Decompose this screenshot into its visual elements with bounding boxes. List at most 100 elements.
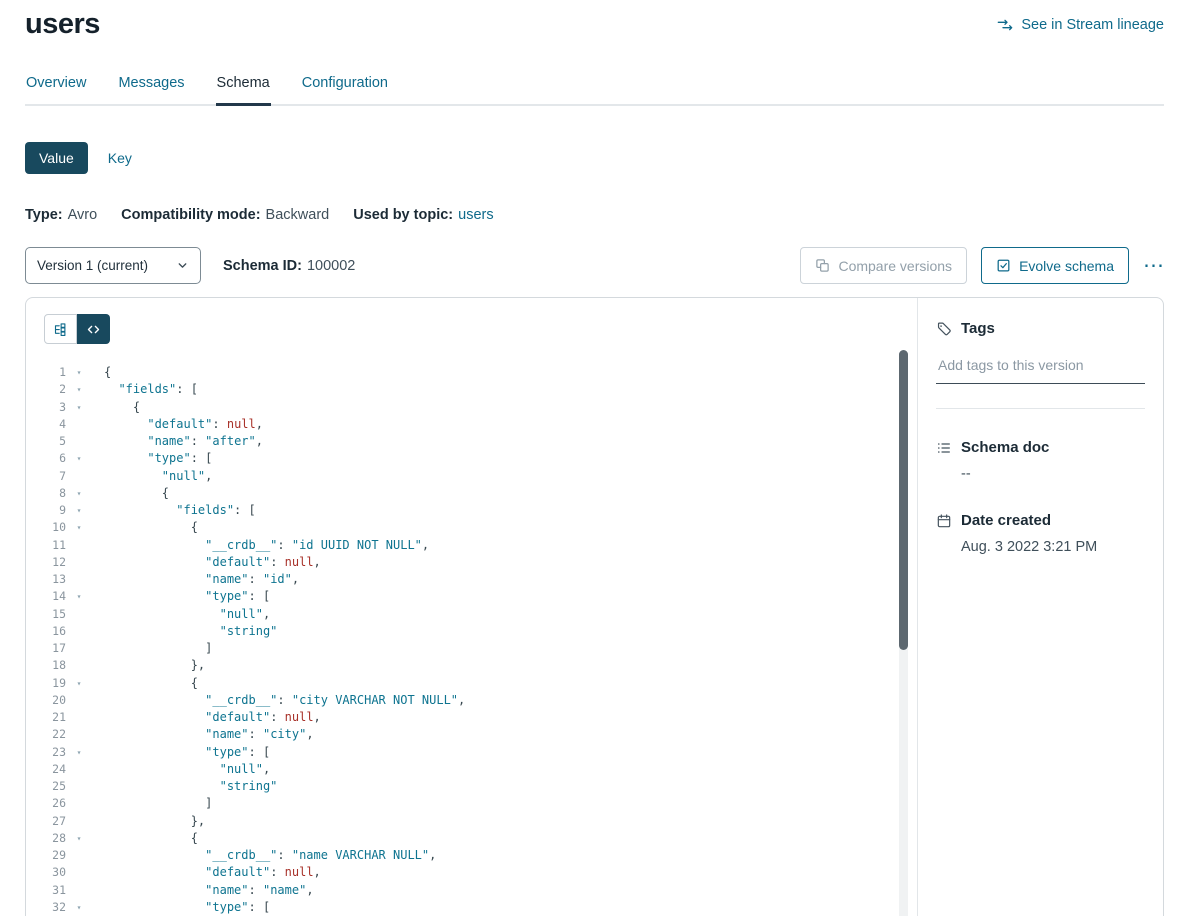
- fold-toggle-icon[interactable]: ▾: [66, 830, 92, 847]
- code-text: },: [92, 813, 205, 830]
- line-number: 1: [26, 364, 66, 381]
- line-number: 31: [26, 882, 66, 899]
- code-text: "default": null,: [92, 554, 321, 571]
- fold-toggle-icon[interactable]: ▾: [66, 519, 92, 536]
- type-label: Type:: [25, 207, 63, 223]
- code-line: 26 ]: [26, 795, 917, 812]
- line-number: 21: [26, 709, 66, 726]
- schema-doc-section: Schema doc --: [936, 439, 1145, 482]
- code-line: 19▾ {: [26, 675, 917, 692]
- code-view-button[interactable]: [77, 314, 110, 344]
- fold-toggle-icon[interactable]: ▾: [66, 399, 92, 416]
- evolve-schema-label: Evolve schema: [1019, 258, 1114, 274]
- date-created-header: Date created: [936, 512, 1145, 529]
- code-line: 28▾ {: [26, 830, 917, 847]
- line-number: 14: [26, 588, 66, 605]
- schema-id-label: Schema ID:: [223, 258, 302, 274]
- tab-configuration[interactable]: Configuration: [301, 75, 389, 106]
- code-text: "null",: [92, 761, 270, 778]
- code-line: 9▾ "fields": [: [26, 502, 917, 519]
- version-select[interactable]: Version 1 (current): [25, 247, 201, 284]
- code-text: "null",: [92, 606, 270, 623]
- code-line: 30 "default": null,: [26, 864, 917, 881]
- code-line: 29 "__crdb__": "name VARCHAR NULL",: [26, 847, 917, 864]
- schema-key-value-toggle: Value Key: [25, 142, 1164, 174]
- evolve-schema-icon: [996, 258, 1011, 273]
- editor-scrollbar[interactable]: [899, 350, 908, 916]
- fold-toggle-icon[interactable]: ▾: [66, 450, 92, 467]
- compat-label: Compatibility mode:: [121, 207, 260, 223]
- code-line: 25 "string": [26, 778, 917, 795]
- tags-section-header: Tags: [936, 320, 1145, 337]
- topic-link[interactable]: users: [458, 207, 493, 223]
- stream-lineage-icon: [997, 17, 1013, 33]
- more-options-button[interactable]: ⋯: [1143, 255, 1164, 276]
- code-line: 27 },: [26, 813, 917, 830]
- fold-spacer: [66, 726, 92, 743]
- schema-type: Type:Avro: [25, 207, 97, 223]
- code-text: "type": [: [92, 899, 270, 916]
- code-text: "default": null,: [92, 864, 321, 881]
- schema-id-value: 100002: [307, 258, 355, 274]
- schema-meta-row: Type:Avro Compatibility mode: Backward Us…: [25, 207, 1164, 223]
- fold-spacer: [66, 606, 92, 623]
- compare-versions-label: Compare versions: [838, 258, 952, 274]
- compare-versions-button[interactable]: Compare versions: [800, 247, 967, 284]
- fold-spacer: [66, 433, 92, 450]
- fold-toggle-icon[interactable]: ▾: [66, 899, 92, 916]
- fold-toggle-icon[interactable]: ▾: [66, 502, 92, 519]
- code-line: 22 "name": "city",: [26, 726, 917, 743]
- code-text: "default": null,: [92, 709, 321, 726]
- see-in-stream-lineage-link[interactable]: See in Stream lineage: [997, 17, 1164, 33]
- line-number: 12: [26, 554, 66, 571]
- code-text: "string": [92, 623, 277, 640]
- code-text: ]: [92, 795, 212, 812]
- compat-value: Backward: [266, 207, 330, 223]
- code-text: "__crdb__": "id UUID NOT NULL",: [92, 537, 429, 554]
- fold-spacer: [66, 761, 92, 778]
- code-line: 15 "null",: [26, 606, 917, 623]
- tree-view-icon: [53, 322, 68, 337]
- code-editor-lines[interactable]: 1▾{2▾ "fields": [3▾ {4 "default": null,5…: [26, 364, 917, 916]
- code-text: "name": "after",: [92, 433, 263, 450]
- add-tags-input[interactable]: [936, 353, 1145, 384]
- tab-bar: Overview Messages Schema Configuration: [25, 75, 1164, 106]
- code-text: "string": [92, 778, 277, 795]
- code-text: "name": "id",: [92, 571, 299, 588]
- line-number: 8: [26, 485, 66, 502]
- fold-spacer: [66, 847, 92, 864]
- line-number: 11: [26, 537, 66, 554]
- used-by-topic: Used by topic:users: [353, 207, 493, 223]
- code-line: 17 ]: [26, 640, 917, 657]
- list-icon: [936, 440, 952, 456]
- editor-scrollbar-thumb[interactable]: [899, 350, 908, 650]
- fold-toggle-icon[interactable]: ▾: [66, 381, 92, 398]
- evolve-schema-button[interactable]: Evolve schema: [981, 247, 1129, 284]
- line-number: 23: [26, 744, 66, 761]
- key-toggle-button[interactable]: Key: [102, 142, 138, 174]
- fold-toggle-icon[interactable]: ▾: [66, 588, 92, 605]
- code-line: 10▾ {: [26, 519, 917, 536]
- value-toggle-button[interactable]: Value: [25, 142, 88, 174]
- fold-toggle-icon[interactable]: ▾: [66, 364, 92, 381]
- schema-editor: 1▾{2▾ "fields": [3▾ {4 "default": null,5…: [26, 298, 917, 916]
- schema-doc-title: Schema doc: [961, 439, 1049, 456]
- code-view-icon: [86, 322, 101, 337]
- code-line: 8▾ {: [26, 485, 917, 502]
- tab-schema[interactable]: Schema: [216, 75, 271, 106]
- line-number: 27: [26, 813, 66, 830]
- fold-toggle-icon[interactable]: ▾: [66, 485, 92, 502]
- tree-view-button[interactable]: [44, 314, 77, 344]
- code-line: 12 "default": null,: [26, 554, 917, 571]
- schema-doc-header: Schema doc: [936, 439, 1145, 456]
- code-line: 18 },: [26, 657, 917, 674]
- fold-spacer: [66, 692, 92, 709]
- code-text: "null",: [92, 468, 212, 485]
- code-text: "name": "city",: [92, 726, 314, 743]
- code-text: "__crdb__": "city VARCHAR NOT NULL",: [92, 692, 465, 709]
- fold-toggle-icon[interactable]: ▾: [66, 675, 92, 692]
- tab-messages[interactable]: Messages: [117, 75, 185, 106]
- fold-toggle-icon[interactable]: ▾: [66, 744, 92, 761]
- fold-spacer: [66, 657, 92, 674]
- tab-overview[interactable]: Overview: [25, 75, 87, 106]
